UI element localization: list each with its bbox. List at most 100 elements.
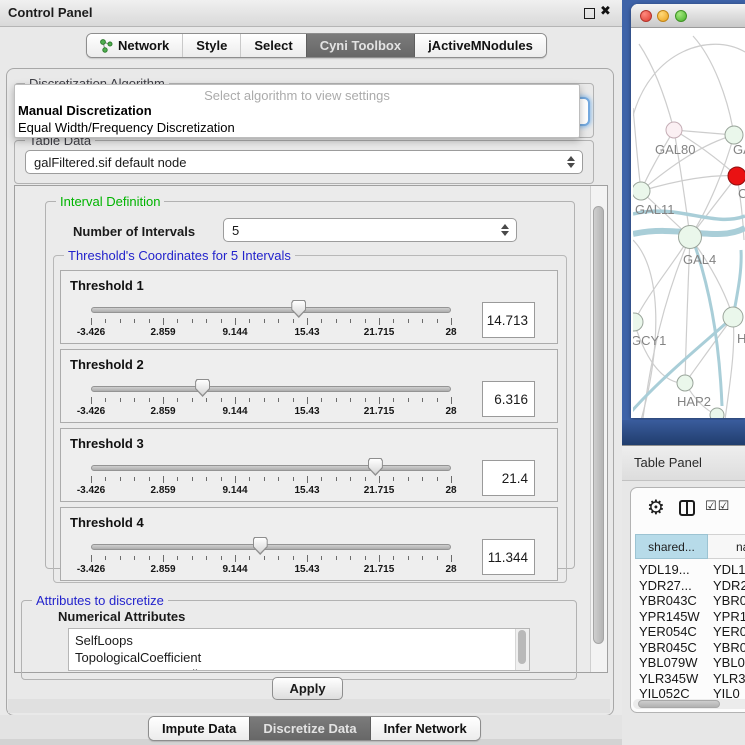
- slider-tick: [235, 397, 236, 404]
- network-canvas[interactable]: GAL80GACGAL11GAL4GCY1HHAP2: [633, 28, 745, 418]
- tab-style-label: Style: [196, 38, 227, 53]
- slider-track[interactable]: [91, 544, 451, 550]
- cell-name[interactable]: YBR0: [713, 640, 745, 655]
- slider-tick-label: 21.715: [354, 327, 404, 338]
- minimize-traffic-light[interactable]: [657, 10, 669, 22]
- slider-handle[interactable]: [368, 458, 383, 476]
- table-row[interactable]: YDL19... YDL1: [631, 562, 745, 577]
- select-columns-icon[interactable]: ☑☑: [705, 498, 730, 514]
- float-window-icon[interactable]: [584, 8, 595, 19]
- slider-tick: [134, 556, 135, 560]
- slider-handle[interactable]: [195, 379, 210, 397]
- tab-infer-network[interactable]: Infer Network: [370, 717, 480, 740]
- tab-discretize-data[interactable]: Discretize Data: [249, 717, 369, 740]
- slider-track[interactable]: [91, 386, 451, 392]
- table-row[interactable]: YBL079W YBL0: [631, 655, 745, 670]
- numerical-attributes-list[interactable]: SelfLoopsTopologicalCoefficientBetweenne…: [68, 628, 530, 671]
- zoom-traffic-light[interactable]: [675, 10, 687, 22]
- slider-handle[interactable]: [291, 300, 306, 318]
- option-equal-width-frequency[interactable]: Equal Width/Frequency Discretization: [18, 120, 235, 135]
- cell-name[interactable]: YPR1: [713, 609, 745, 624]
- slider-tick-label: 15.43: [282, 485, 332, 496]
- thresholds-group: Threshold's Coordinates for 5 Intervals …: [53, 255, 567, 583]
- network-node-HAP2[interactable]: [677, 375, 693, 391]
- cell-name[interactable]: YDL1: [713, 562, 745, 577]
- table-data-combo-value: galFiltered.sif default node: [34, 155, 186, 170]
- number-of-intervals-combo[interactable]: 5: [223, 218, 517, 242]
- split-panel-icon[interactable]: [679, 500, 695, 516]
- scrollbar-thumb[interactable]: [593, 206, 604, 644]
- cell-name[interactable]: YBL0: [713, 655, 745, 670]
- apply-button[interactable]: Apply: [272, 677, 343, 700]
- vertical-scrollbar[interactable]: [590, 186, 607, 672]
- hscrollbar-thumb[interactable]: [638, 700, 720, 708]
- control-panel-tab-bar: Network Style Select Cyni Toolbox jActiv…: [86, 33, 547, 58]
- cell-name[interactable]: YDR2: [713, 578, 745, 593]
- cell-shared-name[interactable]: YDL19...: [639, 562, 690, 577]
- slider-handle[interactable]: [253, 537, 268, 555]
- network-node-unlabeled[interactable]: [710, 408, 724, 418]
- attribute-item[interactable]: BetweennessCentrality: [69, 666, 529, 671]
- option-manual-discretization[interactable]: Manual Discretization: [18, 103, 152, 118]
- threshold-value-field[interactable]: 14.713: [482, 302, 535, 338]
- cell-shared-name[interactable]: YBR045C: [639, 640, 697, 655]
- cell-shared-name[interactable]: YBL079W: [639, 655, 698, 670]
- table-row[interactable]: YBR043C YBR0: [631, 593, 745, 608]
- close-icon[interactable]: ✖: [600, 3, 611, 19]
- tab-select[interactable]: Select: [240, 34, 305, 57]
- slider-tick: [321, 556, 322, 560]
- close-traffic-light[interactable]: [640, 10, 652, 22]
- network-window-titlebar[interactable]: [631, 4, 745, 28]
- threshold-value-field[interactable]: 11.344: [482, 539, 535, 575]
- network-node-GAL11[interactable]: [633, 182, 650, 200]
- attribute-item[interactable]: TopologicalCoefficient: [69, 649, 529, 666]
- threshold-slider[interactable]: -3.4262.8599.14415.4321.71528: [91, 463, 451, 495]
- tab-style[interactable]: Style: [182, 34, 240, 57]
- cell-shared-name[interactable]: YDR27...: [639, 578, 692, 593]
- horizontal-scrollbar[interactable]: [633, 699, 745, 709]
- table-row[interactable]: YBR045C YBR0: [631, 640, 745, 655]
- tab-cyni-toolbox[interactable]: Cyni Toolbox: [306, 34, 414, 57]
- cell-shared-name[interactable]: YLR345W: [639, 671, 698, 686]
- column-header-name[interactable]: na: [708, 534, 745, 559]
- network-node-H[interactable]: [723, 307, 743, 327]
- list-scrollbar[interactable]: [515, 629, 529, 670]
- threshold-slider[interactable]: -3.4262.8599.14415.4321.71528: [91, 384, 451, 416]
- slider-tick: [321, 319, 322, 323]
- cell-name[interactable]: YER0: [713, 624, 745, 639]
- threshold-slider[interactable]: -3.4262.8599.14415.4321.71528: [91, 542, 451, 574]
- tab-impute-data[interactable]: Impute Data: [149, 717, 249, 740]
- network-node-C[interactable]: [728, 167, 745, 185]
- threshold-value-field[interactable]: 21.4: [482, 460, 535, 496]
- cell-shared-name[interactable]: YER054C: [639, 624, 697, 639]
- cell-shared-name[interactable]: YBR043C: [639, 593, 697, 608]
- table-row[interactable]: YER054C YER0: [631, 624, 745, 639]
- gear-icon[interactable]: ⚙: [647, 495, 665, 521]
- threshold-value-field[interactable]: 6.316: [482, 381, 535, 417]
- column-header-shared[interactable]: shared...: [635, 534, 708, 559]
- slider-tick-label: -3.426: [66, 406, 116, 417]
- network-node-GCY1[interactable]: [633, 313, 643, 331]
- slider-tick: [307, 476, 308, 483]
- table-data-combo[interactable]: galFiltered.sif default node: [25, 150, 583, 174]
- threshold-slider[interactable]: -3.4262.8599.14415.4321.71528: [91, 305, 451, 337]
- slider-tick: [163, 397, 164, 404]
- attribute-item[interactable]: SelfLoops: [69, 629, 529, 649]
- tab-jactivemnodules[interactable]: jActiveMNodules: [414, 34, 546, 57]
- slider-tick-label: 28: [426, 485, 476, 496]
- tab-network[interactable]: Network: [87, 34, 182, 57]
- cell-name[interactable]: YBR0: [713, 593, 745, 608]
- slider-tick: [264, 556, 265, 560]
- cell-shared-name[interactable]: YPR145W: [639, 609, 700, 624]
- slider-track[interactable]: [91, 307, 451, 313]
- slider-track[interactable]: [91, 465, 451, 471]
- network-node-GAL80[interactable]: [666, 122, 682, 138]
- table-row[interactable]: YLR345W YLR3: [631, 671, 745, 686]
- cell-name[interactable]: YLR3: [713, 671, 745, 686]
- table-row[interactable]: YPR145W YPR1: [631, 609, 745, 624]
- table-row[interactable]: YDR27... YDR2: [631, 578, 745, 593]
- slider-tick: [264, 398, 265, 402]
- slider-tick-label: 21.715: [354, 406, 404, 417]
- slider-tick: [206, 477, 207, 481]
- network-node-GAL4[interactable]: [679, 226, 702, 249]
